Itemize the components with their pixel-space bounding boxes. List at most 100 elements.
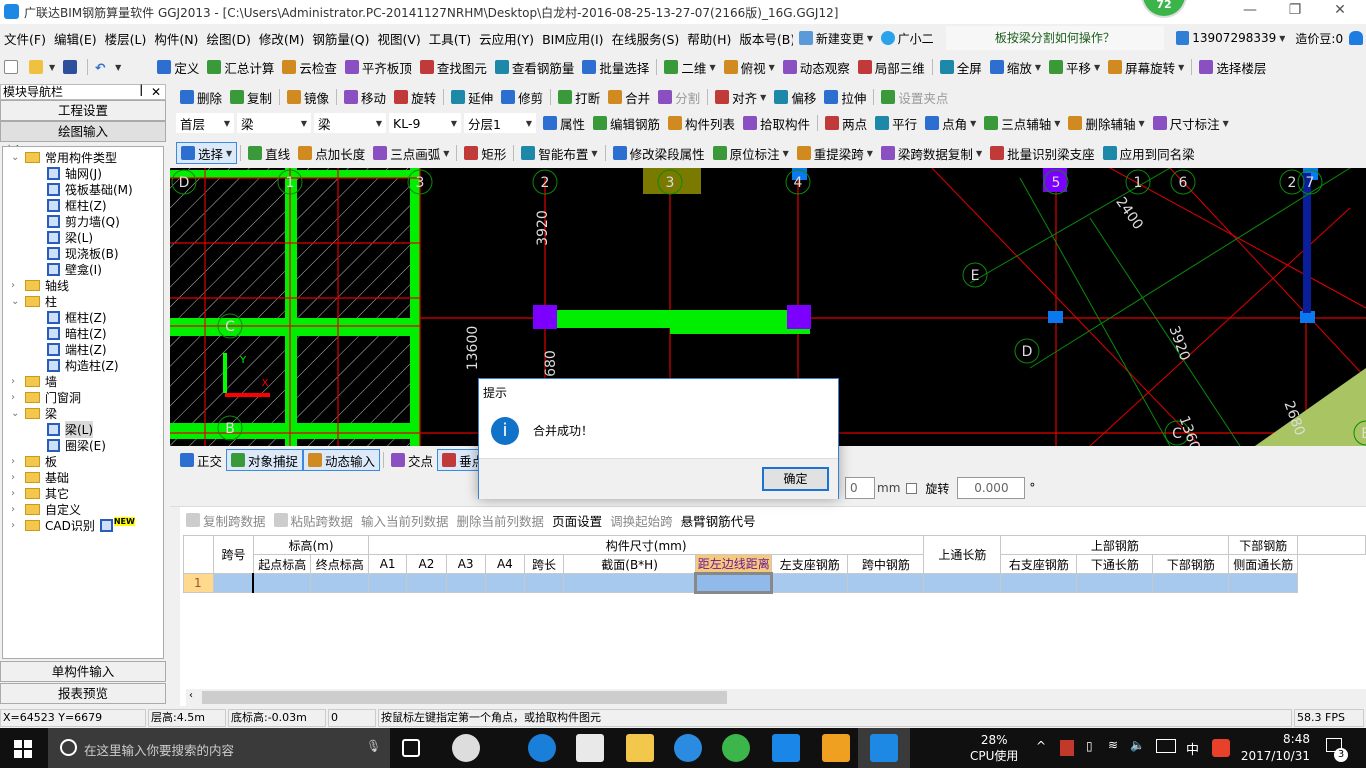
chevron-down-icon[interactable]: ▼: [1178, 63, 1184, 72]
toolbar-button[interactable]: 梁跨数据复制 ▼: [877, 142, 986, 164]
app-icon[interactable]: [452, 734, 480, 762]
toolbar-button[interactable]: 编辑钢筋: [589, 112, 664, 134]
file-explorer-icon[interactable]: [626, 734, 654, 762]
drawing-input-button[interactable]: 绘图输入: [0, 121, 166, 142]
maximize-button[interactable]: ❐: [1275, 2, 1315, 22]
toolbar-button[interactable]: 平齐板顶: [341, 56, 416, 78]
toolbar-button[interactable]: 对齐 ▼: [711, 86, 770, 108]
notes-icon[interactable]: [822, 734, 850, 762]
tree-folder[interactable]: ⌄ 梁: [11, 405, 57, 421]
keyboard-icon[interactable]: [1156, 739, 1176, 753]
menu-item[interactable]: 修改(M): [255, 29, 309, 48]
toolbar-button[interactable]: 分割: [654, 86, 704, 108]
bell-icon[interactable]: [1349, 31, 1363, 45]
chevron-down-icon[interactable]: ▼: [709, 63, 715, 72]
assistant-button[interactable]: 广小二: [881, 30, 934, 47]
toolbar-button[interactable]: 点角 ▼: [921, 112, 980, 134]
floor-component-select[interactable]: 梁 ▼: [314, 113, 386, 133]
rotate-input[interactable]: 0.000: [957, 477, 1026, 499]
toolbar-button[interactable]: 选择楼层: [1195, 56, 1270, 78]
toolbar-button[interactable]: 动态输入: [303, 449, 381, 471]
floor-component-select[interactable]: KL-9 ▼: [389, 113, 461, 133]
browser-icon[interactable]: [722, 734, 750, 762]
pin-icon[interactable]: ꟾ: [139, 85, 143, 99]
offset-input[interactable]: 0: [845, 477, 875, 499]
save-button[interactable]: [59, 56, 84, 78]
toolbar-button[interactable]: 打断: [554, 86, 604, 108]
toolbar-button[interactable]: 尺寸标注 ▼: [1149, 112, 1233, 134]
menu-item[interactable]: BIM应用(I): [538, 29, 608, 48]
toolbar-button[interactable]: 动态观察: [779, 56, 854, 78]
tree-folder[interactable]: › 轴线: [11, 277, 69, 293]
tree-folder[interactable]: › 门窗洞: [11, 389, 81, 405]
toolbar-button[interactable]: 镜像: [283, 86, 333, 108]
tree-item[interactable]: 剪力墙(Q): [47, 213, 120, 229]
chevron-right-icon[interactable]: ›: [11, 456, 25, 467]
tree-folder[interactable]: › 其它: [11, 485, 69, 501]
toolbar-button[interactable]: 粘贴跨数据: [270, 509, 358, 531]
toolbar-button[interactable]: 平移 ▼: [1045, 56, 1104, 78]
menu-item[interactable]: 在线服务(S): [608, 29, 684, 48]
store-icon[interactable]: [576, 734, 604, 762]
toolbar-button[interactable]: 对象捕捉: [226, 449, 304, 471]
toolbar-button[interactable]: 二维 ▼: [660, 56, 719, 78]
menu-item[interactable]: 钢筋量(Q): [308, 29, 373, 48]
sogou-icon[interactable]: [1212, 739, 1230, 757]
tree-item[interactable]: 现浇板(B): [47, 245, 119, 261]
tree-folder[interactable]: › CAD识别 NEW: [11, 516, 135, 533]
tree-item[interactable]: 构造柱(Z): [47, 357, 119, 373]
new-file-button[interactable]: [0, 56, 25, 78]
toolbar-button[interactable]: 交点: [387, 449, 437, 471]
undo-button[interactable]: ↶ ▼: [91, 56, 125, 78]
chevron-down-icon[interactable]: ▼: [591, 149, 597, 158]
toolbar-button[interactable]: 应用到同名梁: [1099, 142, 1199, 164]
floor-component-select[interactable]: 梁 ▼: [237, 113, 311, 133]
toolbar-button[interactable]: 点加长度: [294, 142, 369, 164]
ggj-taskbar-button[interactable]: [858, 728, 910, 768]
edge-icon[interactable]: [528, 734, 556, 762]
menu-item[interactable]: 工具(T): [425, 29, 475, 48]
chevron-down-icon[interactable]: ▼: [1223, 119, 1229, 128]
toolbar-button[interactable]: 删除当前列数据: [453, 509, 549, 531]
menu-item[interactable]: 视图(V): [373, 29, 424, 48]
toolbar-button[interactable]: 删除: [176, 86, 226, 108]
toolbar-button[interactable]: 三点辅轴 ▼: [980, 112, 1064, 134]
table-row[interactable]: 1: [182, 572, 1366, 594]
tree-item[interactable]: 框柱(Z): [47, 309, 107, 325]
toolbar-button[interactable]: 全屏: [936, 56, 986, 78]
close-panel-icon[interactable]: ✕: [151, 85, 161, 99]
toolbar-button[interactable]: 延伸: [447, 86, 497, 108]
menu-item[interactable]: 构件(N): [150, 29, 202, 48]
scrollbar-thumb[interactable]: [202, 691, 727, 704]
chevron-right-icon[interactable]: ›: [11, 280, 25, 291]
tree-folder[interactable]: ⌄ 常用构件类型: [11, 149, 117, 165]
toolbar-button[interactable]: 合并: [604, 86, 654, 108]
ok-button[interactable]: 确定: [762, 467, 829, 491]
toolbar-button[interactable]: 输入当前列数据: [357, 509, 453, 531]
tree-item[interactable]: 框柱(Z): [47, 197, 107, 213]
microphone-icon[interactable]: 🎙: [366, 739, 381, 753]
toolbar-button[interactable]: 修改梁段属性: [609, 142, 709, 164]
toolbar-button[interactable]: 设置夹点: [877, 86, 952, 108]
chevron-right-icon[interactable]: ›: [11, 488, 25, 499]
chevron-down-icon[interactable]: ▼: [760, 93, 766, 102]
toolbar-button[interactable]: 定义: [153, 56, 203, 78]
tree-item[interactable]: 圈梁(E): [47, 437, 106, 453]
menu-item[interactable]: 绘图(D): [202, 29, 254, 48]
wifi-icon[interactable]: ≋: [1108, 738, 1118, 752]
minimize-button[interactable]: —: [1230, 2, 1270, 22]
menu-item[interactable]: 云应用(Y): [475, 29, 538, 48]
floor-component-select[interactable]: 首层 ▼: [176, 113, 234, 133]
toolbar-button[interactable]: 页面设置: [548, 509, 606, 531]
chevron-down-icon[interactable]: ▼: [443, 149, 449, 158]
task-view-icon[interactable]: [402, 739, 420, 757]
clock[interactable]: 8:48 2017/10/31: [1240, 731, 1310, 765]
toolbar-button[interactable]: 两点: [821, 112, 871, 134]
chevron-down-icon[interactable]: ▼: [783, 149, 789, 158]
new-change-menu[interactable]: 新建变更 ▼: [799, 30, 873, 47]
menu-item[interactable]: 版本号(B): [735, 29, 793, 48]
chevron-down-icon[interactable]: ▼: [867, 149, 873, 158]
tree-folder[interactable]: › 基础: [11, 469, 69, 485]
chevron-down-icon[interactable]: ▼: [976, 149, 982, 158]
toolbar-button[interactable]: 删除辅轴 ▼: [1064, 112, 1148, 134]
